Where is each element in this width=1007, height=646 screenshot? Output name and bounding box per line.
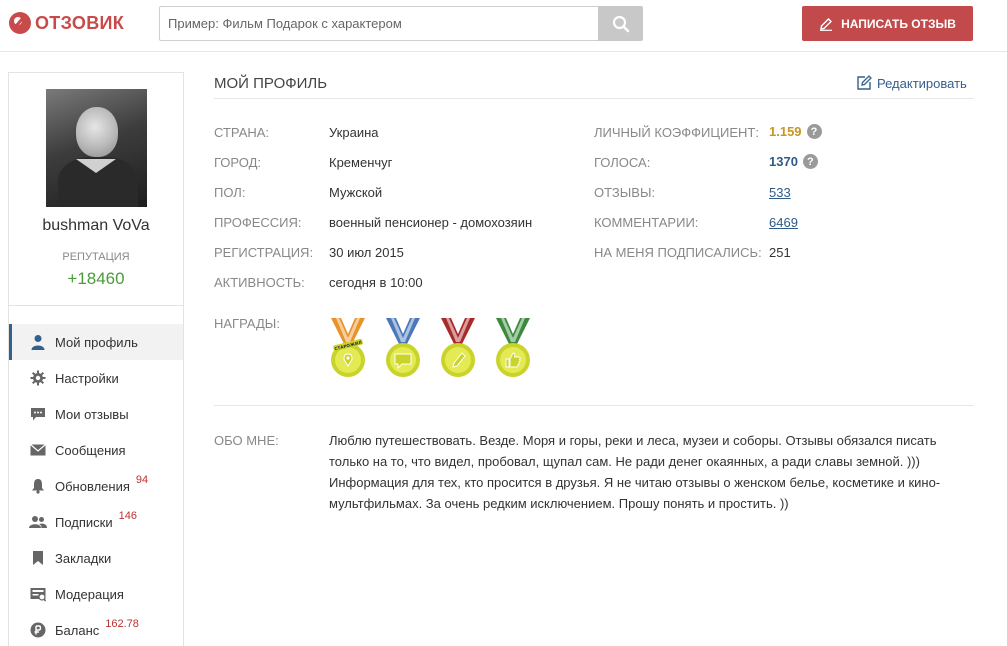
balance-value-badge: 162.78	[105, 618, 139, 630]
comments-row: 6469	[769, 215, 798, 230]
profession-label: ПРОФЕССИЯ:	[214, 215, 302, 230]
votes-row: 1370 ?	[769, 154, 818, 169]
logo-icon	[9, 12, 31, 34]
page-title: МОЙ ПРОФИЛЬ	[214, 75, 328, 92]
edit-icon	[857, 75, 872, 90]
followers-value: 251	[769, 245, 791, 260]
comments-count-link[interactable]: 6469	[769, 215, 798, 230]
registration-label: РЕГИСТРАЦИЯ:	[214, 245, 314, 260]
updates-count-badge: 94	[135, 474, 149, 486]
city-value: Кременчуг	[329, 155, 393, 170]
personal-coefficient-value: 1.159	[769, 124, 802, 139]
search-bar	[159, 6, 643, 41]
award-medal-green[interactable]	[494, 316, 532, 380]
top-header: ОТЗОВИК НАПИСАТЬ ОТЗЫВ	[0, 0, 1007, 52]
write-review-label: НАПИСАТЬ ОТЗЫВ	[841, 16, 956, 31]
bookmark-icon	[29, 549, 47, 567]
avatar-face-shape	[76, 107, 118, 157]
country-value: Украина	[329, 125, 379, 140]
search-input[interactable]	[159, 6, 598, 41]
about-paragraph: Информация для тех, кто просится в друзь…	[329, 475, 941, 511]
username: bushman VoVa	[42, 217, 150, 234]
about-paragraph: Люблю путешествовать. Везде. Моря и горы…	[329, 433, 937, 469]
sidebar-item-label: Модерация	[55, 586, 124, 602]
country-label: СТРАНА:	[214, 125, 270, 140]
city-label: ГОРОД:	[214, 155, 262, 170]
sidebar-item-subscriptions[interactable]: Подписки 146	[9, 504, 183, 540]
gender-label: ПОЛ:	[214, 185, 246, 200]
ruble-icon	[29, 621, 47, 639]
award-medal-red[interactable]	[439, 316, 477, 380]
reputation-value: +18460	[67, 269, 125, 288]
awards-list: СТАРОЖИЛ	[329, 316, 532, 380]
avatar[interactable]	[46, 89, 147, 207]
reviews-label: ОТЗЫВЫ:	[594, 185, 656, 200]
sidebar-item-messages[interactable]: Сообщения	[9, 432, 183, 468]
award-medal-blue[interactable]	[384, 316, 422, 380]
sidebar-item-label: Мой профиль	[55, 334, 138, 350]
comment-icon	[29, 405, 47, 423]
about-label: ОБО МНЕ:	[214, 433, 279, 448]
sidebar-item-label: Обновления	[55, 478, 130, 494]
sidebar-nav: Мой профиль Настройки Мои отзывы Сообщен…	[9, 324, 183, 646]
activity-label: АКТИВНОСТЬ:	[214, 275, 305, 290]
award-medal-old-timer[interactable]: СТАРОЖИЛ	[329, 316, 367, 380]
help-icon[interactable]: ?	[802, 154, 818, 169]
sidebar-item-moderation[interactable]: Модерация	[9, 576, 183, 612]
sidebar-item-settings[interactable]: Настройки	[9, 360, 183, 396]
profile-sidebar: bushman VoVa РЕПУТАЦИЯ +18460 Мой профил…	[8, 72, 184, 646]
sidebar-item-label: Баланс	[55, 622, 100, 638]
users-icon	[29, 513, 47, 531]
pencil-icon	[820, 17, 833, 31]
sidebar-item-balance[interactable]: Баланс 162.78	[9, 612, 183, 646]
logo-text: ОТЗОВИК	[35, 12, 125, 33]
sidebar-item-label: Мои отзывы	[55, 406, 129, 422]
sidebar-item-my-profile[interactable]: Мой профиль	[9, 324, 183, 360]
sidebar-item-label: Подписки	[55, 514, 113, 530]
help-icon[interactable]: ?	[806, 124, 822, 139]
user-icon	[29, 333, 47, 351]
subscriptions-count-badge: 146	[118, 510, 137, 522]
sidebar-item-label: Закладки	[55, 550, 112, 566]
moderation-icon	[29, 585, 47, 603]
sidebar-item-updates[interactable]: Обновления 94	[9, 468, 183, 504]
reputation-label: РЕПУТАЦИЯ	[62, 251, 130, 263]
reviews-count-link[interactable]: 533	[769, 185, 791, 200]
envelope-icon	[29, 441, 47, 459]
awards-label: НАГРАДЫ:	[214, 316, 280, 331]
about-text: Люблю путешествовать. Везде. Моря и горы…	[329, 430, 974, 514]
comments-label: КОММЕНТАРИИ:	[594, 215, 699, 230]
followers-row: 251	[769, 245, 791, 260]
gear-icon	[29, 369, 47, 387]
sidebar-item-label: Настройки	[55, 370, 119, 386]
registration-value: 30 июл 2015	[329, 245, 404, 260]
activity-value: сегодня в 10:00	[329, 275, 423, 290]
sidebar-item-bookmarks[interactable]: Закладки	[9, 540, 183, 576]
title-divider	[214, 98, 974, 99]
site-logo[interactable]: ОТЗОВИК	[9, 12, 124, 34]
write-review-button[interactable]: НАПИСАТЬ ОТЗЫВ	[802, 6, 973, 41]
votes-value: 1370	[769, 154, 798, 169]
edit-profile-label: Редактировать	[877, 75, 967, 91]
profession-value: военный пенсионер - домохозяин	[329, 215, 533, 230]
followers-label: НА МЕНЯ ПОДПИСАЛИСЬ:	[594, 245, 762, 260]
sidebar-divider	[9, 305, 183, 306]
edit-profile-link[interactable]: Редактировать	[856, 75, 967, 91]
search-icon	[612, 15, 629, 32]
personal-coefficient-row: 1.159 ?	[769, 124, 822, 139]
search-button[interactable]	[598, 6, 643, 41]
votes-label: ГОЛОСА:	[594, 155, 651, 170]
personal-coefficient-label: ЛИЧНЫЙ КОЭФФИЦИЕНТ:	[594, 125, 759, 140]
sidebar-item-my-reviews[interactable]: Мои отзывы	[9, 396, 183, 432]
sidebar-item-label: Сообщения	[55, 442, 126, 458]
reviews-row: 533	[769, 185, 791, 200]
about-divider	[214, 405, 974, 406]
gender-value: Мужской	[329, 185, 383, 200]
bell-icon	[29, 477, 47, 495]
